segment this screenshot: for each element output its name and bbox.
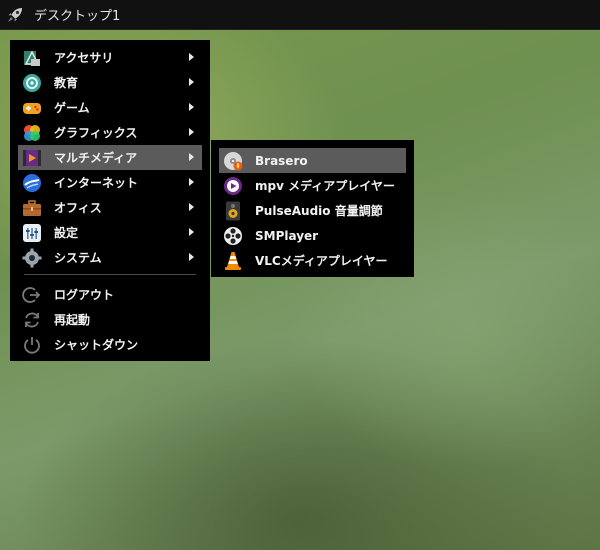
menu-item-label: 教育 [54,76,79,90]
top-panel: デスクトップ1 [0,0,600,30]
menu-item-shutdown[interactable]: シャットダウン [18,332,202,357]
submenu-item-mpv[interactable]: mpv メディアプレイヤー [219,173,406,198]
smplayer-icon [224,226,242,245]
reboot-icon [25,312,39,327]
menu-item-label: グラフィックス [54,126,138,140]
submenu-arrow-icon [189,178,194,186]
menu-item-settings[interactable]: 設定 [18,220,202,245]
menu-item-education[interactable]: 教育 [18,70,202,95]
logout-icon [22,286,41,303]
submenu-item-smplayer[interactable]: SMPlayer [219,223,406,248]
submenu-item-label: mpv メディアプレイヤー [255,179,395,193]
menu-item-label: ゲーム [54,101,90,115]
submenu-item-brasero[interactable]: Brasero [219,148,406,173]
submenu-arrow-icon [189,78,194,86]
education-icon [23,73,41,92]
menu-item-reboot[interactable]: 再起動 [18,307,202,332]
pulseaudio-speaker-icon [226,201,240,220]
menu-item-accessories[interactable]: アクセサリ [18,45,202,70]
menu-item-logout[interactable]: ログアウト [18,282,202,307]
submenu-arrow-icon [189,228,194,236]
multimedia-icon [23,149,41,166]
menu-item-label: 再起動 [54,313,91,327]
submenu-arrow-icon [189,253,194,261]
graphics-icon [24,124,40,141]
menu-item-label: オフィス [54,201,102,215]
accessories-icon [24,49,40,66]
mpv-icon [224,176,242,195]
submenu-item-label: SMPlayer [255,228,319,243]
office-icon [23,199,41,216]
menu-item-label: アクセサリ [54,51,114,65]
submenu-item-vlc[interactable]: VLCメディアプレイヤー [219,248,406,273]
desktop-title[interactable]: デスクトップ1 [34,5,120,24]
menu-item-label: シャットダウン [54,338,139,352]
brasero-icon [224,151,243,170]
submenu-item-pulseaudio[interactable]: PulseAudio 音量調節 [219,198,406,223]
shutdown-icon [24,336,40,354]
menu-item-graphics[interactable]: グラフィックス [18,120,202,145]
submenu-item-label: Brasero [255,153,308,168]
menu-item-internet[interactable]: インターネット [18,170,202,195]
submenu-item-label: VLCメディアプレイヤー [255,254,388,268]
rocket-icon[interactable] [0,0,30,30]
games-icon [23,102,41,114]
submenu-arrow-icon [189,128,194,136]
submenu-arrow-icon [189,203,194,211]
submenu-arrow-icon [189,103,194,111]
multimedia-submenu: Brasero mpv メディアプレイヤー PulseAudio 音量調節 SM… [211,140,414,277]
menu-item-label: システム [54,251,102,265]
settings-icon [23,223,41,242]
menu-separator [24,274,196,275]
menu-item-label: インターネット [54,176,139,190]
menu-item-label: マルチメディア [54,151,138,165]
submenu-arrow-icon [189,153,194,161]
system-icon [22,248,42,267]
menu-item-label: ログアウト [54,288,115,302]
application-menu: アクセサリ 教育 ゲーム グラフィックス マルチメディア インターネット オフィ… [10,40,210,361]
internet-icon [23,173,41,192]
submenu-item-label: PulseAudio 音量調節 [255,204,383,218]
menu-item-system[interactable]: システム [18,245,202,270]
menu-item-games[interactable]: ゲーム [18,95,202,120]
vlc-cone-icon [225,251,241,270]
menu-item-multimedia[interactable]: マルチメディア [18,145,202,170]
submenu-arrow-icon [189,53,194,61]
menu-item-office[interactable]: オフィス [18,195,202,220]
menu-item-label: 設定 [54,226,79,240]
